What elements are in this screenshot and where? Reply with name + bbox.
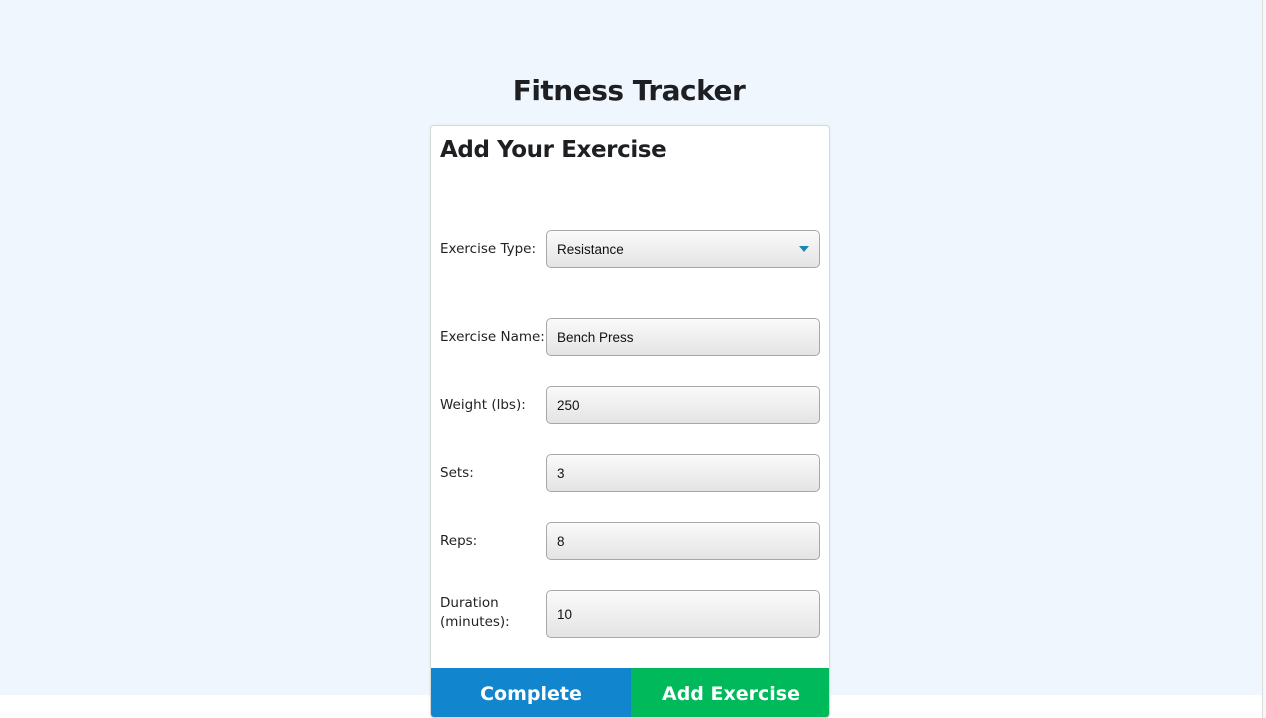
add-exercise-button[interactable]: Add Exercise xyxy=(631,668,829,717)
duration-label: Duration (minutes): xyxy=(440,595,510,630)
exercise-form-card: Add Your Exercise Exercise Type: Resista… xyxy=(430,125,830,718)
exercise-type-select[interactable]: Resistance xyxy=(546,230,820,268)
exercise-name-input[interactable]: Bench Press xyxy=(546,318,820,356)
weight-input[interactable]: 250 xyxy=(546,386,820,424)
caret-down-icon xyxy=(799,246,809,252)
reps-input[interactable]: 8 xyxy=(546,522,820,560)
reps-row: Reps: 8 xyxy=(440,522,822,560)
exercise-type-value: Resistance xyxy=(557,241,624,257)
weight-row: Weight (lbs): 250 xyxy=(440,386,822,424)
exercise-type-label: Exercise Type: xyxy=(440,241,537,257)
reps-label: Reps: xyxy=(440,533,478,549)
sets-input[interactable]: 3 xyxy=(546,454,820,492)
duration-value: 10 xyxy=(557,606,573,622)
weight-label: Weight (lbs): xyxy=(440,397,526,413)
exercise-name-label: Exercise Name: xyxy=(440,329,545,345)
form-title: Add Your Exercise xyxy=(440,137,667,163)
weight-value: 250 xyxy=(557,397,580,413)
sets-row: Sets: 3 xyxy=(440,454,822,492)
exercise-name-row: Exercise Name: Bench Press xyxy=(440,318,822,356)
page-title: Fitness Tracker xyxy=(512,73,746,107)
exercise-name-value: Bench Press xyxy=(557,329,634,345)
sets-value: 3 xyxy=(557,465,565,481)
sets-label: Sets: xyxy=(440,465,474,481)
reps-value: 8 xyxy=(557,533,565,549)
duration-input[interactable]: 10 xyxy=(546,590,820,638)
exercise-type-row: Exercise Type: Resistance xyxy=(440,230,822,268)
complete-button[interactable]: Complete xyxy=(431,668,631,717)
vertical-scrollbar[interactable] xyxy=(1262,0,1266,718)
duration-row: Duration (minutes): 10 xyxy=(440,590,822,638)
